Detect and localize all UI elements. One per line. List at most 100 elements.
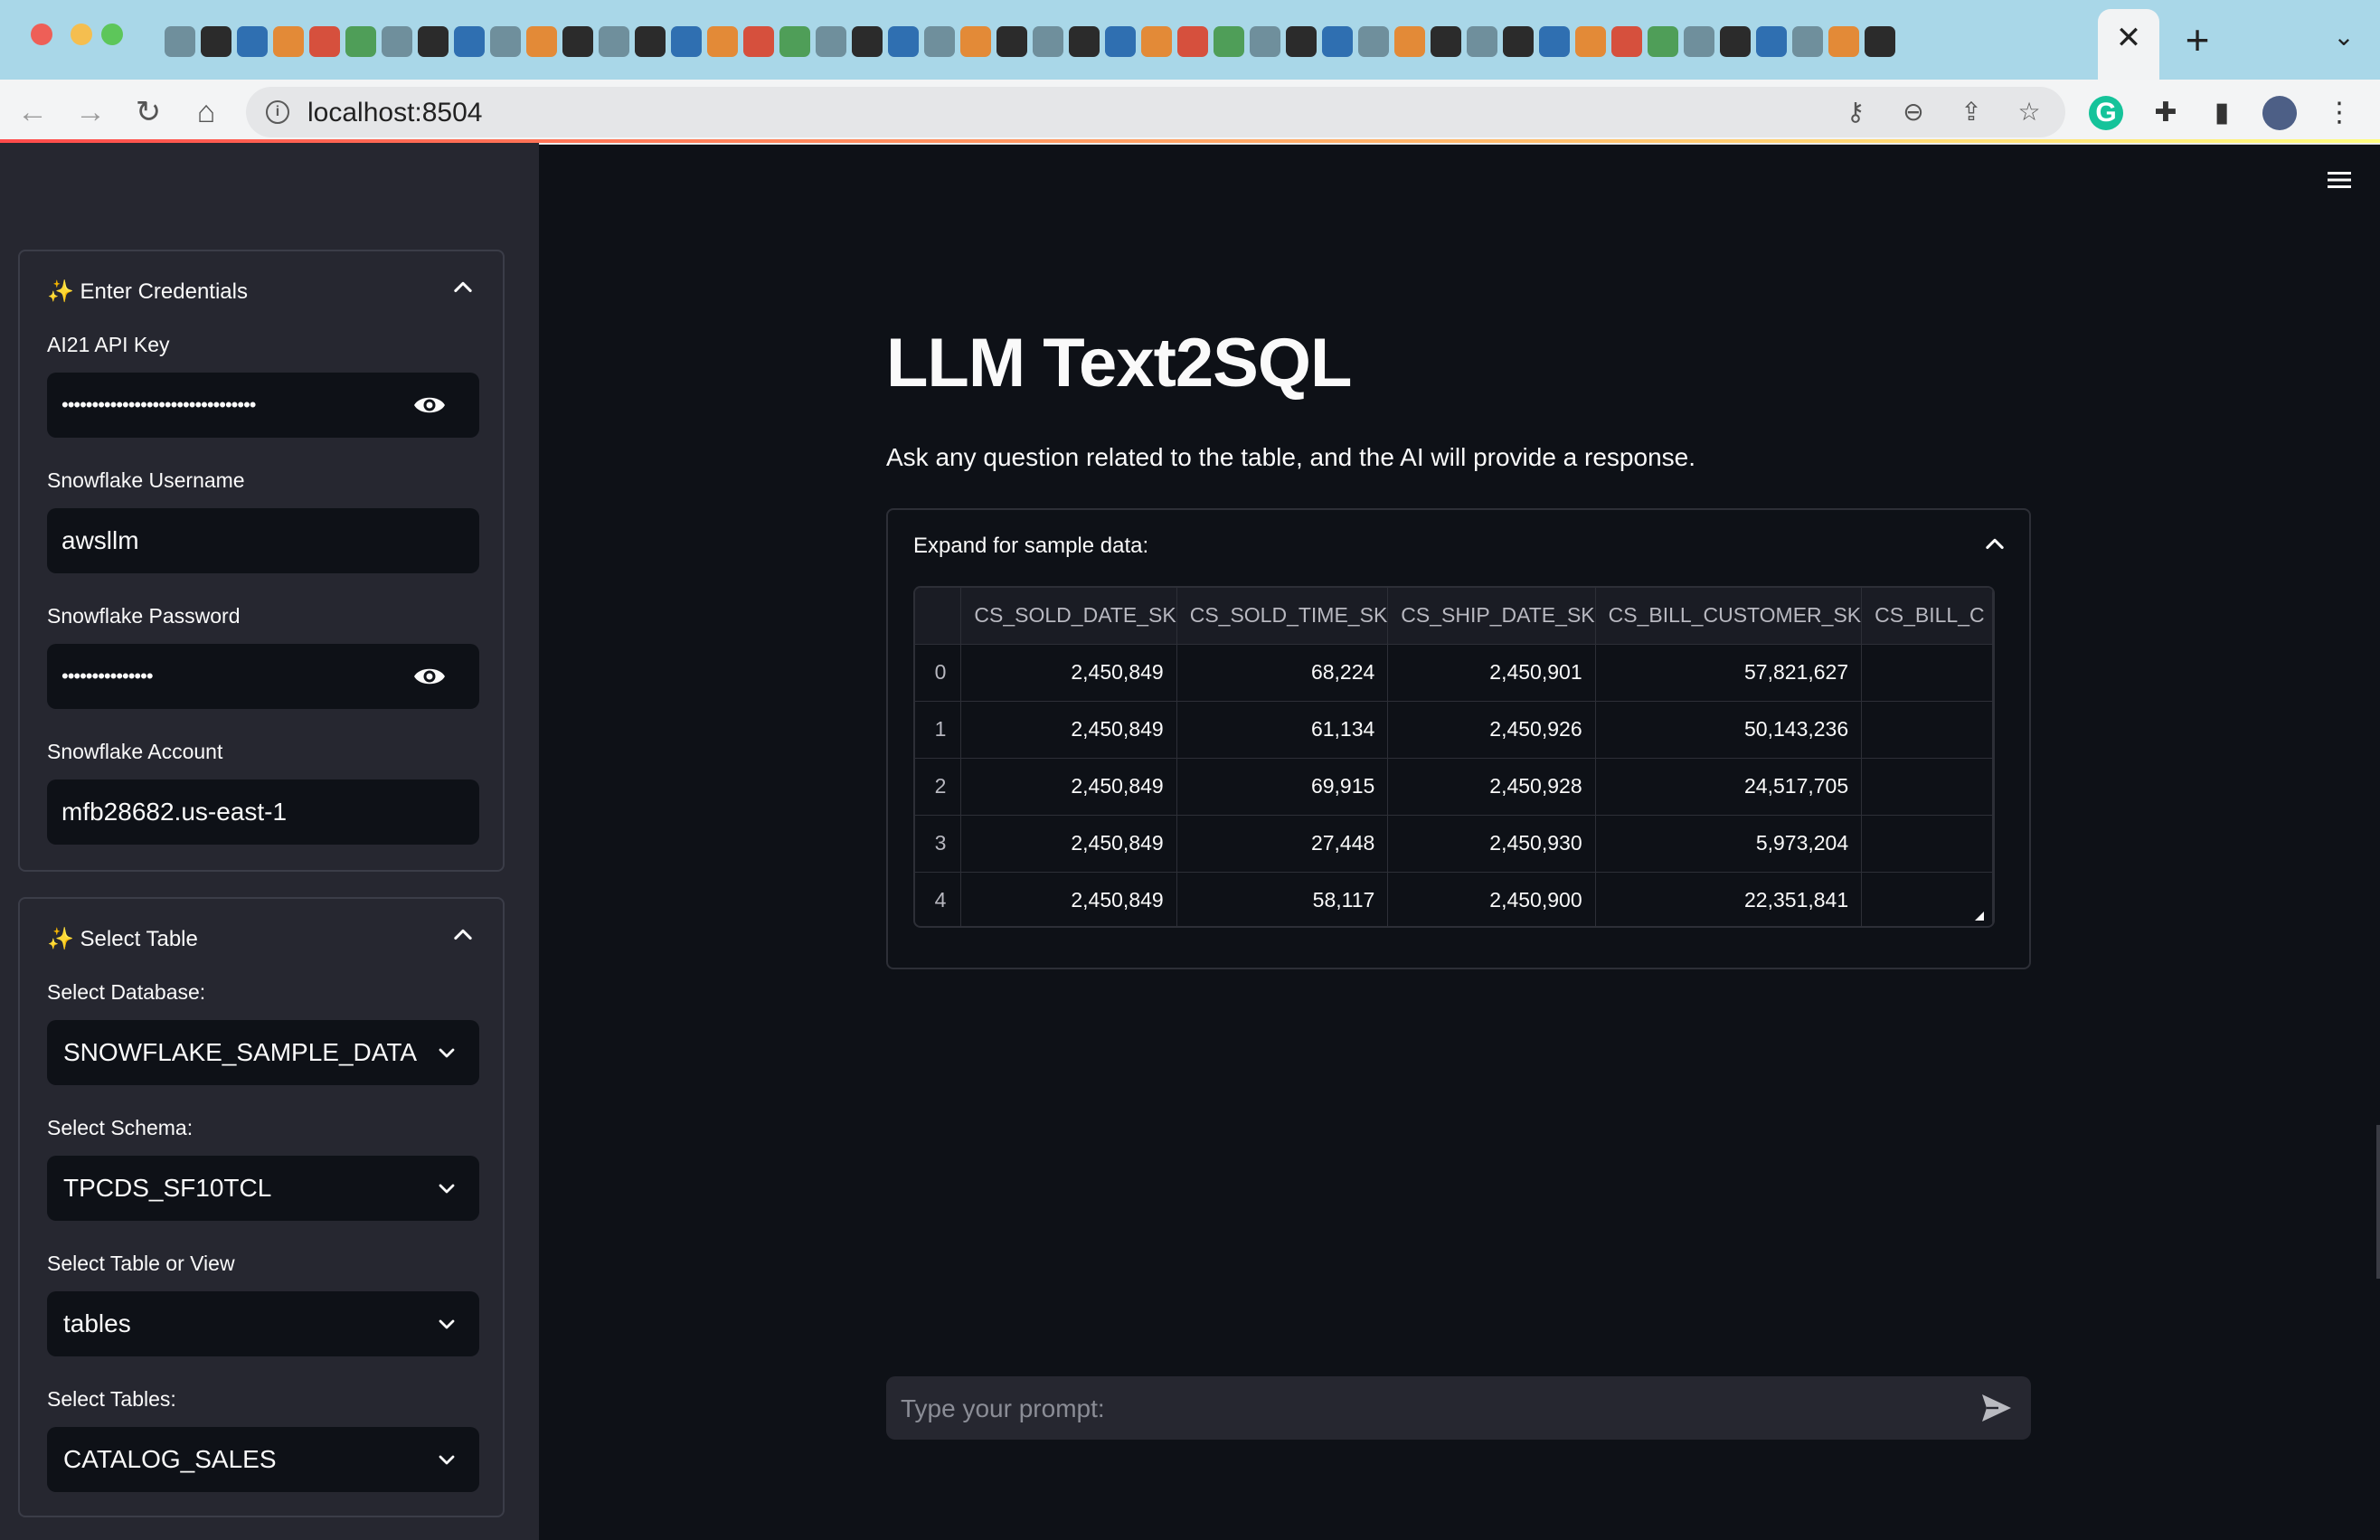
hamburger-menu-icon[interactable] bbox=[2326, 166, 2353, 194]
site-info-icon[interactable]: i bbox=[266, 100, 289, 124]
tab-favicon-icon[interactable] bbox=[635, 26, 666, 57]
tab-favicon-icon[interactable] bbox=[382, 26, 412, 57]
tab-favicon-icon[interactable] bbox=[1177, 26, 1208, 57]
row-index[interactable]: 2 bbox=[915, 758, 962, 816]
chat-prompt-input[interactable]: Type your prompt: bbox=[886, 1376, 2031, 1440]
api-key-input[interactable]: •••••••••••••••••••••••••••••••• bbox=[47, 373, 479, 438]
column-header[interactable]: CS_SHIP_DATE_SK bbox=[1387, 588, 1596, 645]
table-cell[interactable]: 2,450,849 bbox=[960, 872, 1177, 926]
table-cell[interactable]: 61,134 bbox=[1176, 701, 1389, 759]
browser-menu-icon[interactable]: ⋮ bbox=[2322, 96, 2356, 130]
eye-icon[interactable] bbox=[412, 392, 447, 418]
table-cell[interactable] bbox=[1861, 758, 1993, 816]
tab-favicon-icon[interactable] bbox=[1431, 26, 1461, 57]
table-cell[interactable] bbox=[1861, 701, 1993, 759]
tab-favicon-icon[interactable] bbox=[960, 26, 991, 57]
credentials-expander[interactable]: ✨ Enter Credentials AI21 API Key •••••••… bbox=[18, 250, 505, 872]
database-value[interactable]: SNOWFLAKE_SAMPLE_DATA bbox=[63, 1038, 417, 1067]
table-cell[interactable]: 2,450,928 bbox=[1387, 758, 1596, 816]
password-input[interactable]: ••••••••••••••• bbox=[47, 644, 479, 709]
key-icon[interactable]: ⚷ bbox=[1839, 96, 1872, 128]
table-cell[interactable] bbox=[1861, 815, 1993, 873]
profile-avatar[interactable] bbox=[2262, 96, 2297, 130]
sample-data-expander-title[interactable]: Expand for sample data: bbox=[913, 534, 1148, 559]
sample-dataframe[interactable]: CS_SOLD_DATE_SK CS_SOLD_TIME_SK CS_SHIP_… bbox=[913, 586, 1995, 928]
tab-favicon-icon[interactable] bbox=[1503, 26, 1534, 57]
tab-favicon-icon[interactable] bbox=[345, 26, 376, 57]
table-cell[interactable] bbox=[1861, 644, 1993, 702]
table-cell[interactable]: 2,450,926 bbox=[1387, 701, 1596, 759]
chevron-up-icon[interactable] bbox=[450, 922, 476, 948]
tab-favicon-icon[interactable] bbox=[671, 26, 702, 57]
api-key-value[interactable]: •••••••••••••••••••••••••••••••• bbox=[61, 393, 333, 417]
url-text[interactable]: localhost:8504 bbox=[307, 98, 482, 128]
chat-placeholder[interactable]: Type your prompt: bbox=[901, 1394, 1105, 1423]
row-index[interactable]: 3 bbox=[915, 815, 962, 873]
table-or-view-select[interactable]: tables bbox=[47, 1291, 479, 1356]
schema-value[interactable]: TPCDS_SF10TCL bbox=[63, 1174, 271, 1203]
tab-favicon-icon[interactable] bbox=[1141, 26, 1172, 57]
database-select[interactable]: SNOWFLAKE_SAMPLE_DATA bbox=[47, 1020, 479, 1085]
tab-favicon-icon[interactable] bbox=[924, 26, 955, 57]
table-cell[interactable]: 2,450,900 bbox=[1387, 872, 1596, 926]
reload-icon[interactable]: ↻ bbox=[130, 94, 166, 130]
forward-arrow-icon[interactable]: → bbox=[72, 94, 109, 130]
tab-favicon-icon[interactable] bbox=[816, 26, 846, 57]
account-value[interactable]: mfb28682.us-east-1 bbox=[61, 798, 405, 827]
table-or-view-value[interactable]: tables bbox=[63, 1309, 131, 1338]
send-icon[interactable] bbox=[1980, 1393, 2013, 1423]
table-cell[interactable]: 58,117 bbox=[1176, 872, 1389, 926]
table-cell[interactable]: 2,450,849 bbox=[960, 644, 1177, 702]
tab-favicon-icon[interactable] bbox=[1792, 26, 1823, 57]
table-cell[interactable]: 57,821,627 bbox=[1595, 644, 1863, 702]
tab-favicon-icon[interactable] bbox=[1033, 26, 1063, 57]
grammarly-extension-icon[interactable]: G bbox=[2089, 96, 2123, 130]
tab-favicon-icon[interactable] bbox=[1684, 26, 1714, 57]
account-input[interactable]: mfb28682.us-east-1 bbox=[47, 779, 479, 845]
chevron-down-icon[interactable] bbox=[436, 1313, 458, 1335]
close-tab-icon[interactable]: ✕ bbox=[2114, 23, 2143, 53]
tab-favicon-icon[interactable] bbox=[1358, 26, 1389, 57]
column-header[interactable] bbox=[915, 588, 962, 645]
table-cell[interactable]: 50,143,236 bbox=[1595, 701, 1863, 759]
bookmark-star-icon[interactable]: ☆ bbox=[2013, 96, 2045, 128]
back-arrow-icon[interactable]: ← bbox=[14, 94, 51, 130]
table-cell[interactable]: 5,973,204 bbox=[1595, 815, 1863, 873]
tab-favicon-icon[interactable] bbox=[454, 26, 485, 57]
tab-favicon-icon[interactable] bbox=[707, 26, 738, 57]
zoom-icon[interactable]: ⊖ bbox=[1897, 96, 1930, 128]
chevron-up-icon[interactable] bbox=[450, 275, 476, 300]
window-minimize-button[interactable] bbox=[71, 24, 92, 45]
tab-favicon-icon[interactable] bbox=[599, 26, 629, 57]
table-cell[interactable]: 2,450,901 bbox=[1387, 644, 1596, 702]
scrollbar[interactable] bbox=[2376, 1125, 2380, 1279]
tab-favicon-icon[interactable] bbox=[1539, 26, 1570, 57]
tab-favicon-icon[interactable] bbox=[165, 26, 195, 57]
tab-favicon-icon[interactable] bbox=[1250, 26, 1280, 57]
tab-favicon-icon[interactable] bbox=[1286, 26, 1317, 57]
chevron-down-icon[interactable] bbox=[436, 1042, 458, 1063]
chevron-down-icon[interactable] bbox=[436, 1177, 458, 1199]
table-cell[interactable]: 2,450,930 bbox=[1387, 815, 1596, 873]
tab-favicon-icon[interactable] bbox=[309, 26, 340, 57]
select-table-expander-title[interactable]: ✨ Select Table bbox=[47, 926, 198, 952]
table-cell[interactable]: 2,450,849 bbox=[960, 701, 1177, 759]
credentials-expander-title[interactable]: ✨ Enter Credentials bbox=[47, 279, 248, 305]
row-index[interactable]: 1 bbox=[915, 701, 962, 759]
table-cell[interactable] bbox=[1861, 872, 1993, 926]
select-table-expander[interactable]: ✨ Select Table Select Database: SNOWFLAK… bbox=[18, 897, 505, 1517]
tab-favicon-icon[interactable] bbox=[1865, 26, 1895, 57]
tab-favicon-icon[interactable] bbox=[1069, 26, 1100, 57]
tab-favicon-icon[interactable] bbox=[1214, 26, 1244, 57]
tab-favicon-icon[interactable] bbox=[490, 26, 521, 57]
eye-icon[interactable] bbox=[412, 664, 447, 689]
tab-search-icon[interactable]: ⌄ bbox=[2326, 22, 2362, 58]
tab-favicon-icon[interactable] bbox=[888, 26, 919, 57]
table-cell[interactable]: 27,448 bbox=[1176, 815, 1389, 873]
tab-favicon-icon[interactable] bbox=[526, 26, 557, 57]
window-maximize-button[interactable] bbox=[101, 24, 123, 45]
column-header[interactable]: CS_SOLD_DATE_SK bbox=[960, 588, 1177, 645]
new-tab-button[interactable]: + bbox=[2179, 19, 2215, 61]
tab-favicon-icon[interactable] bbox=[1105, 26, 1136, 57]
tab-favicon-icon[interactable] bbox=[1322, 26, 1353, 57]
